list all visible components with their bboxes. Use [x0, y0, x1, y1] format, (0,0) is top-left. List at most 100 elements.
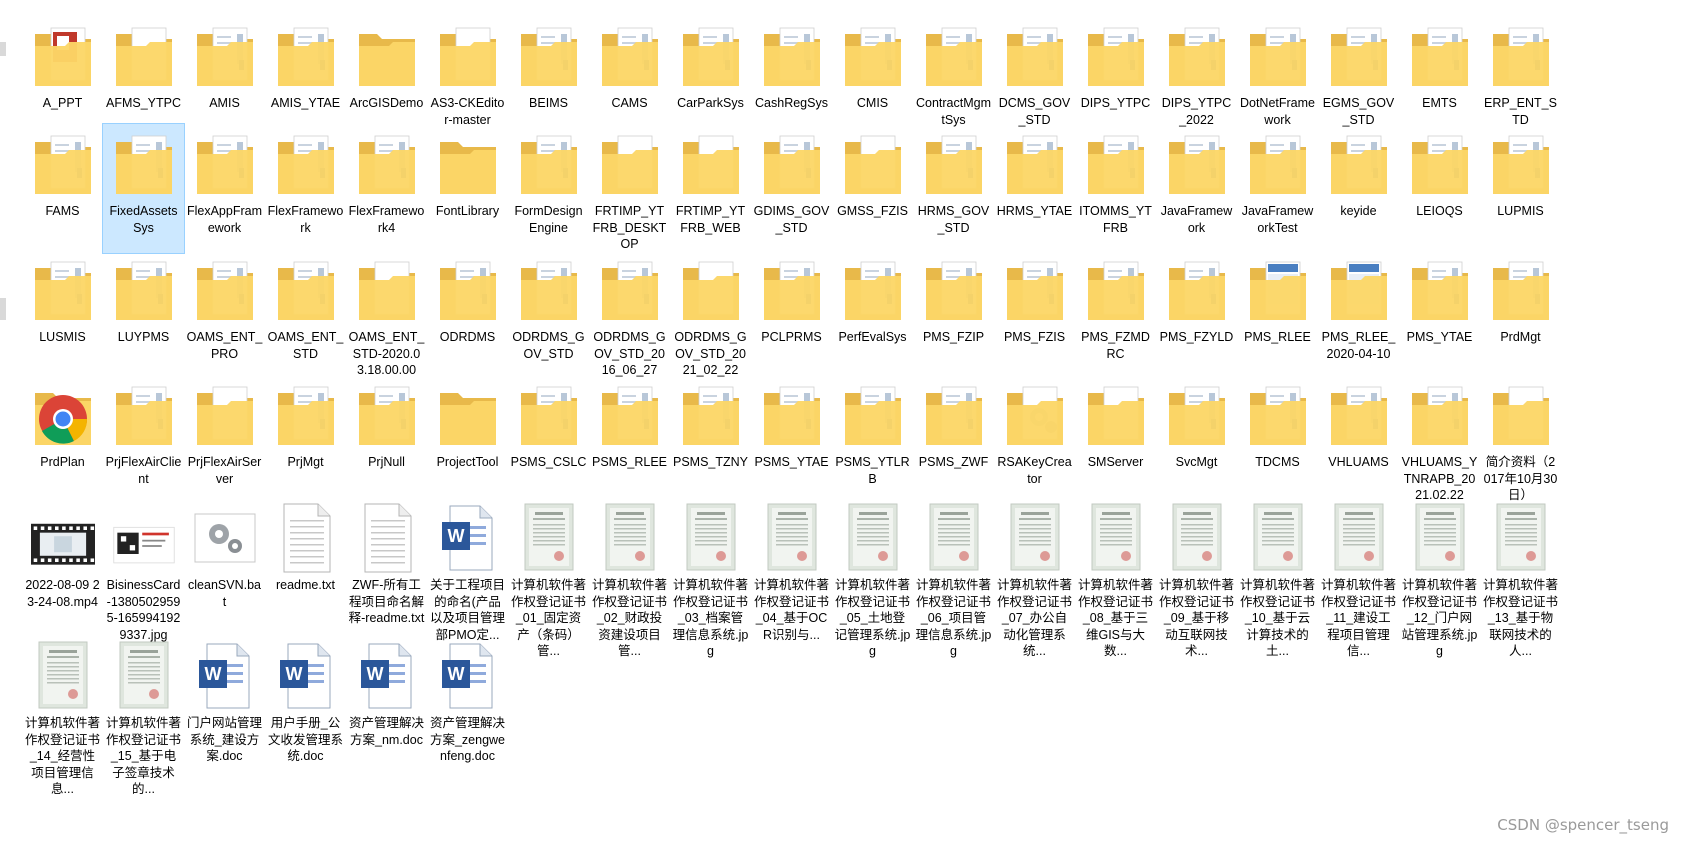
file-item[interactable]: 计算机软件著作权登记证书_15_基于电子签章技术的... [103, 636, 184, 798]
folder-item[interactable]: FAMS [22, 124, 103, 253]
item-label: PSMS_TZNY [672, 455, 748, 469]
folder-item[interactable]: ArcGISDemo [346, 16, 427, 128]
file-item[interactable]: 计算机软件著作权登记证书_13_基于物联网技术的人... [1480, 498, 1561, 660]
folder-item[interactable]: PrjMgt [265, 375, 346, 504]
folder-item[interactable]: LUYPMS [103, 250, 184, 379]
folder-item[interactable]: PSMS_YTLRB [832, 375, 913, 504]
file-item[interactable]: W 用户手册_公文收发管理系统.doc [265, 636, 346, 798]
folder-item[interactable]: CashRegSys [751, 16, 832, 128]
folder-item[interactable]: PMS_FZMDRC [1075, 250, 1156, 379]
folder-item[interactable]: OAMS_ENT_STD [265, 250, 346, 379]
folder-item[interactable]: PSMS_ZWF [913, 375, 994, 504]
file-item[interactable]: 计算机软件著作权登记证书_02_财政投资建设项目管... [589, 498, 670, 660]
folder-item[interactable]: A_PPT [22, 16, 103, 128]
folder-item[interactable]: FormDesignEngine [508, 124, 589, 253]
file-item[interactable]: 计算机软件著作权登记证书_14_经营性项目管理信息... [22, 636, 103, 798]
folder-item[interactable]: ODRDMS_GOV_STD_2021_02_22 [670, 250, 751, 379]
folder-item[interactable]: AMIS_YTAE [265, 16, 346, 128]
folder-item[interactable]: EMTS [1399, 16, 1480, 128]
folder-item[interactable]: BEIMS [508, 16, 589, 128]
item-label: PMS_FZIS [1003, 330, 1066, 344]
folder-item[interactable]: PrjFlexAirClient [103, 375, 184, 504]
folder-item[interactable]: DCMS_GOV_STD [994, 16, 1075, 128]
folder-item[interactable]: HRMS_YTAE [994, 124, 1075, 253]
folder-item[interactable]: FlexAppFramework [184, 124, 265, 253]
folder-item[interactable]: ContractMgmtSys [913, 16, 994, 128]
folder-item[interactable]: JavaFramework [1156, 124, 1237, 253]
file-item[interactable]: 计算机软件著作权登记证书_01_固定资产（条码）管... [508, 498, 589, 660]
folder-item[interactable]: CMIS [832, 16, 913, 128]
folder-item[interactable]: PMS_YTAE [1399, 250, 1480, 379]
file-item[interactable]: 计算机软件著作权登记证书_03_档案管理信息系统.jpg [670, 498, 751, 660]
folder-item[interactable]: 简介资料（2017年10月30日） [1480, 375, 1561, 504]
folder-item[interactable]: EGMS_GOV_STD [1318, 16, 1399, 128]
folder-item[interactable]: PrjFlexAirServer [184, 375, 265, 504]
folder-item[interactable]: CAMS [589, 16, 670, 128]
folder-item[interactable]: OAMS_ENT_STD-2020.03.18.00.00 [346, 250, 427, 379]
folder-item[interactable]: DIPS_YTPC_2022 [1156, 16, 1237, 128]
folder-item[interactable]: PerfEvalSys [832, 250, 913, 379]
folder-item[interactable]: FRTIMP_YTFRB_WEB [670, 124, 751, 253]
file-item[interactable]: 计算机软件著作权登记证书_05_土地登记管理系统.jpg [832, 498, 913, 660]
file-item[interactable]: 计算机软件著作权登记证书_08_基于三维GIS与大数... [1075, 498, 1156, 660]
file-item[interactable]: 计算机软件著作权登记证书_04_基于OCR识别与... [751, 498, 832, 660]
folder-item[interactable]: ProjectTool [427, 375, 508, 504]
folder-item[interactable]: VHLUAMS [1318, 375, 1399, 504]
folder-item[interactable]: CarParkSys [670, 16, 751, 128]
folder-item[interactable]: PMS_FZIS [994, 250, 1075, 379]
folder-item[interactable]: FontLibrary [427, 124, 508, 253]
file-item[interactable]: W 门户网站管理系统_建设方案.doc [184, 636, 265, 798]
file-item[interactable]: 计算机软件著作权登记证书_06_项目管理信息系统.jpg [913, 498, 994, 660]
folder-item[interactable]: DIPS_YTPC [1075, 16, 1156, 128]
folder-item[interactable]: PSMS_CSLC [508, 375, 589, 504]
folder-item[interactable]: LEIOQS [1399, 124, 1480, 253]
folder-item[interactable]: FlexFramework [265, 124, 346, 253]
folder-item[interactable]: PMS_FZIP [913, 250, 994, 379]
folder-item[interactable]: PSMS_TZNY [670, 375, 751, 504]
folder-item[interactable]: FlexFramework4 [346, 124, 427, 253]
folder-icon [841, 20, 905, 92]
file-item[interactable]: 计算机软件著作权登记证书_12_门户网站管理系统.jpg [1399, 498, 1480, 660]
file-item[interactable]: 计算机软件著作权登记证书_07_办公自动化管理系统... [994, 498, 1075, 660]
folder-item[interactable]: HRMS_GOV_STD [913, 124, 994, 253]
file-item[interactable]: 计算机软件著作权登记证书_11_建设工程项目管理信... [1318, 498, 1399, 660]
folder-item[interactable]: FixedAssetsSys [102, 123, 185, 254]
folder-item[interactable]: ODRDMS_GOV_STD [508, 250, 589, 379]
folder-item[interactable]: ITOMMS_YTFRB [1075, 124, 1156, 253]
folder-item[interactable]: PMS_RLEE_2020-04-10 [1318, 250, 1399, 379]
folder-item[interactable]: AFMS_YTPC [103, 16, 184, 128]
folder-item[interactable]: FRTIMP_YTFRB_DESKTOP [589, 124, 670, 253]
folder-item[interactable]: ODRDMS [427, 250, 508, 379]
folder-item[interactable]: DotNetFramework [1237, 16, 1318, 128]
folder-item[interactable]: SMServer [1075, 375, 1156, 504]
folder-item[interactable]: PSMS_RLEE [589, 375, 670, 504]
folder-icon [841, 379, 905, 451]
file-item[interactable]: 计算机软件著作权登记证书_09_基于移动互联网技术... [1156, 498, 1237, 660]
folder-item[interactable]: PrdMgt [1480, 250, 1561, 379]
folder-item[interactable]: ERP_ENT_STD [1480, 16, 1561, 128]
folder-item[interactable]: PMS_FZYLD [1156, 250, 1237, 379]
folder-item[interactable]: PMS_RLEE [1237, 250, 1318, 379]
folder-item[interactable]: PrdPlan [22, 375, 103, 504]
folder-item[interactable]: AMIS [184, 16, 265, 128]
file-item[interactable]: 计算机软件著作权登记证书_10_基于云计算技术的土... [1237, 498, 1318, 660]
file-item[interactable]: W 资产管理解决方案_nm.doc [346, 636, 427, 798]
folder-item[interactable]: JavaFrameworkTest [1237, 124, 1318, 253]
folder-item[interactable]: keyide [1318, 124, 1399, 253]
folder-item[interactable]: PrjNull [346, 375, 427, 504]
folder-item[interactable]: GMSS_FZIS [832, 124, 913, 253]
folder-item[interactable]: LUPMIS [1480, 124, 1561, 253]
item-label: RSAKeyCreator [997, 455, 1072, 486]
folder-item[interactable]: PCLPRMS [751, 250, 832, 379]
folder-item[interactable]: ODRDMS_GOV_STD_2016_06_27 [589, 250, 670, 379]
folder-item[interactable]: VHLUAMS_YTNRAPB_2021.02.22 [1399, 375, 1480, 504]
folder-item[interactable]: RSAKeyCreator [994, 375, 1075, 504]
folder-item[interactable]: OAMS_ENT_PRO [184, 250, 265, 379]
folder-item[interactable]: PSMS_YTAE [751, 375, 832, 504]
file-item[interactable]: W 资产管理解决方案_zengwenfeng.doc [427, 636, 508, 798]
folder-item[interactable]: SvcMgt [1156, 375, 1237, 504]
folder-item[interactable]: AS3-CKEditor-master [427, 16, 508, 128]
folder-item[interactable]: LUSMIS [22, 250, 103, 379]
folder-item[interactable]: GDIMS_GOV_STD [751, 124, 832, 253]
folder-item[interactable]: TDCMS [1237, 375, 1318, 504]
